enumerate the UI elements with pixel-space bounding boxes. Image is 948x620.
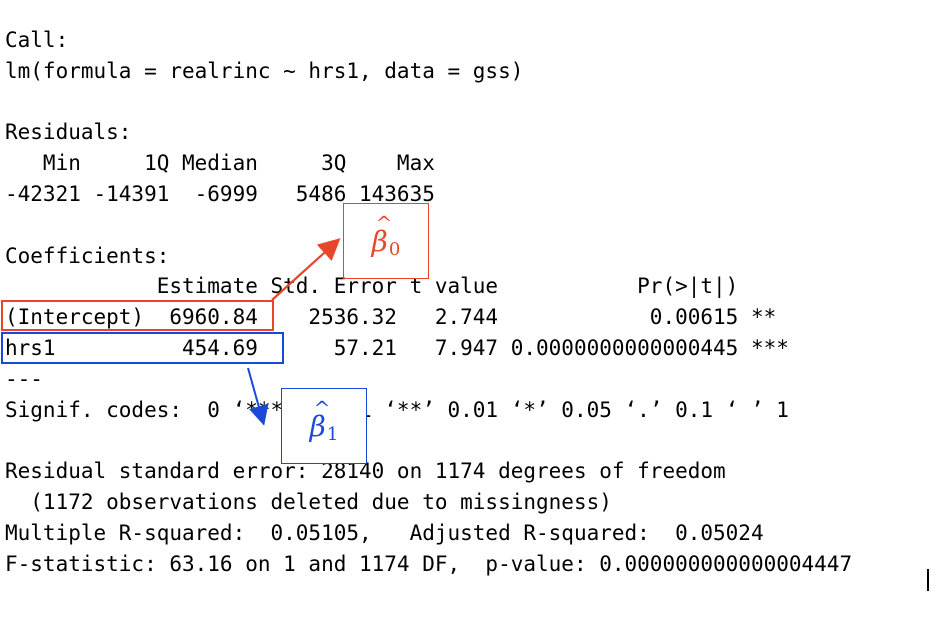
beta0-arrow	[271, 238, 341, 301]
annotation-arrows	[247, 238, 341, 426]
beta0-label: β0	[343, 203, 429, 279]
text-cursor	[927, 569, 929, 591]
beta1-label: β1	[281, 388, 367, 464]
beta1-symbol: β	[310, 396, 331, 443]
beta1-subscript: 1	[326, 423, 339, 445]
beta0-subscript: 0	[388, 238, 401, 260]
beta0-symbol: β	[372, 211, 393, 258]
beta1-arrow	[247, 367, 269, 426]
